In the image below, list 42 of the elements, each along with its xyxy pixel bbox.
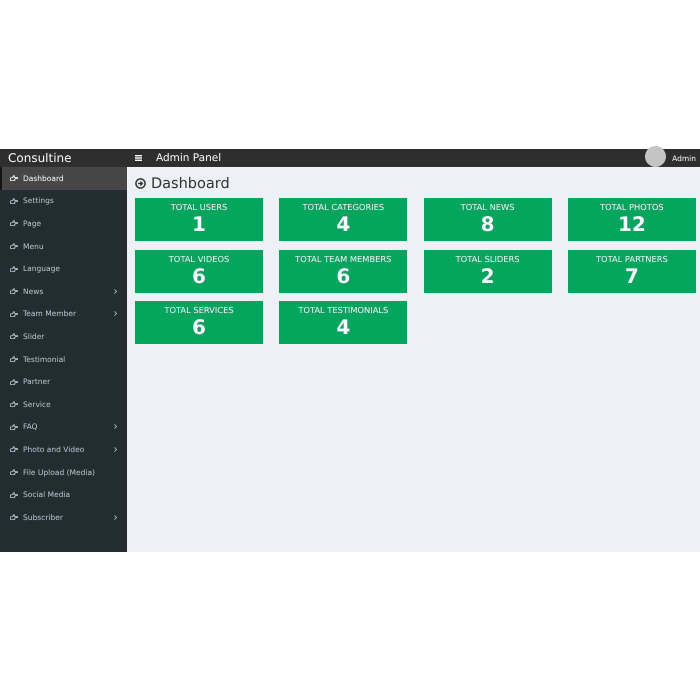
stat-label: TOTAL TEAM MEMBERS: [295, 254, 392, 264]
stat-value: 8: [480, 212, 495, 236]
stat-value: 6: [336, 264, 350, 288]
hand-pointing-icon: [10, 401, 18, 408]
hand-pointing-icon: [10, 378, 18, 385]
stat-label: TOTAL TESTIMONIALS: [298, 305, 388, 315]
stat-value: 12: [618, 212, 646, 236]
hand-pointing-icon: [10, 356, 18, 362]
hand-pointing-icon: [10, 492, 18, 498]
stat-label: TOTAL USERS: [170, 202, 228, 212]
stat-value: 1: [192, 212, 206, 236]
stat-value: 6: [192, 315, 206, 339]
hand-pointing-icon: [10, 310, 18, 317]
hand-pointing-icon: [10, 243, 18, 250]
brand-name: Consultine: [7, 151, 73, 165]
hand-pointing-icon: [10, 198, 18, 204]
stat-label: TOTAL VIDEOS: [168, 254, 230, 264]
stat-value: 7: [624, 264, 639, 288]
panel-title: Admin Panel: [156, 152, 222, 164]
stat-label: TOTAL NEWS: [460, 202, 515, 212]
hand-pointing-icon: [10, 220, 18, 226]
stat-label: TOTAL PARTNERS: [596, 254, 668, 264]
stat-value: 2: [480, 264, 495, 288]
arrow-circle-icon: [135, 178, 146, 189]
hand-pointing-icon: [10, 514, 18, 520]
page-title: Dashboard: [151, 176, 230, 192]
hand-pointing-icon: [10, 266, 18, 272]
hand-pointing-icon: [10, 333, 18, 340]
stat-label: TOTAL SERVICES: [164, 305, 234, 315]
stat-label: TOTAL PHOTOS: [600, 202, 664, 212]
menu-icon[interactable]: [135, 155, 142, 161]
stat-value: 4: [336, 315, 350, 339]
stat-label: TOTAL CATEGORIES: [302, 202, 384, 212]
hand-pointing-icon: [10, 469, 18, 476]
avatar-icon[interactable]: [645, 146, 666, 167]
stat-value: 4: [336, 212, 350, 236]
stat-value: 6: [192, 264, 206, 288]
hand-pointing-icon: [10, 424, 18, 430]
stat-label: TOTAL SLIDERS: [456, 254, 520, 264]
hand-pointing-icon: [10, 446, 18, 452]
hand-pointing-icon: [10, 288, 18, 294]
hand-pointing-icon: [10, 175, 18, 182]
